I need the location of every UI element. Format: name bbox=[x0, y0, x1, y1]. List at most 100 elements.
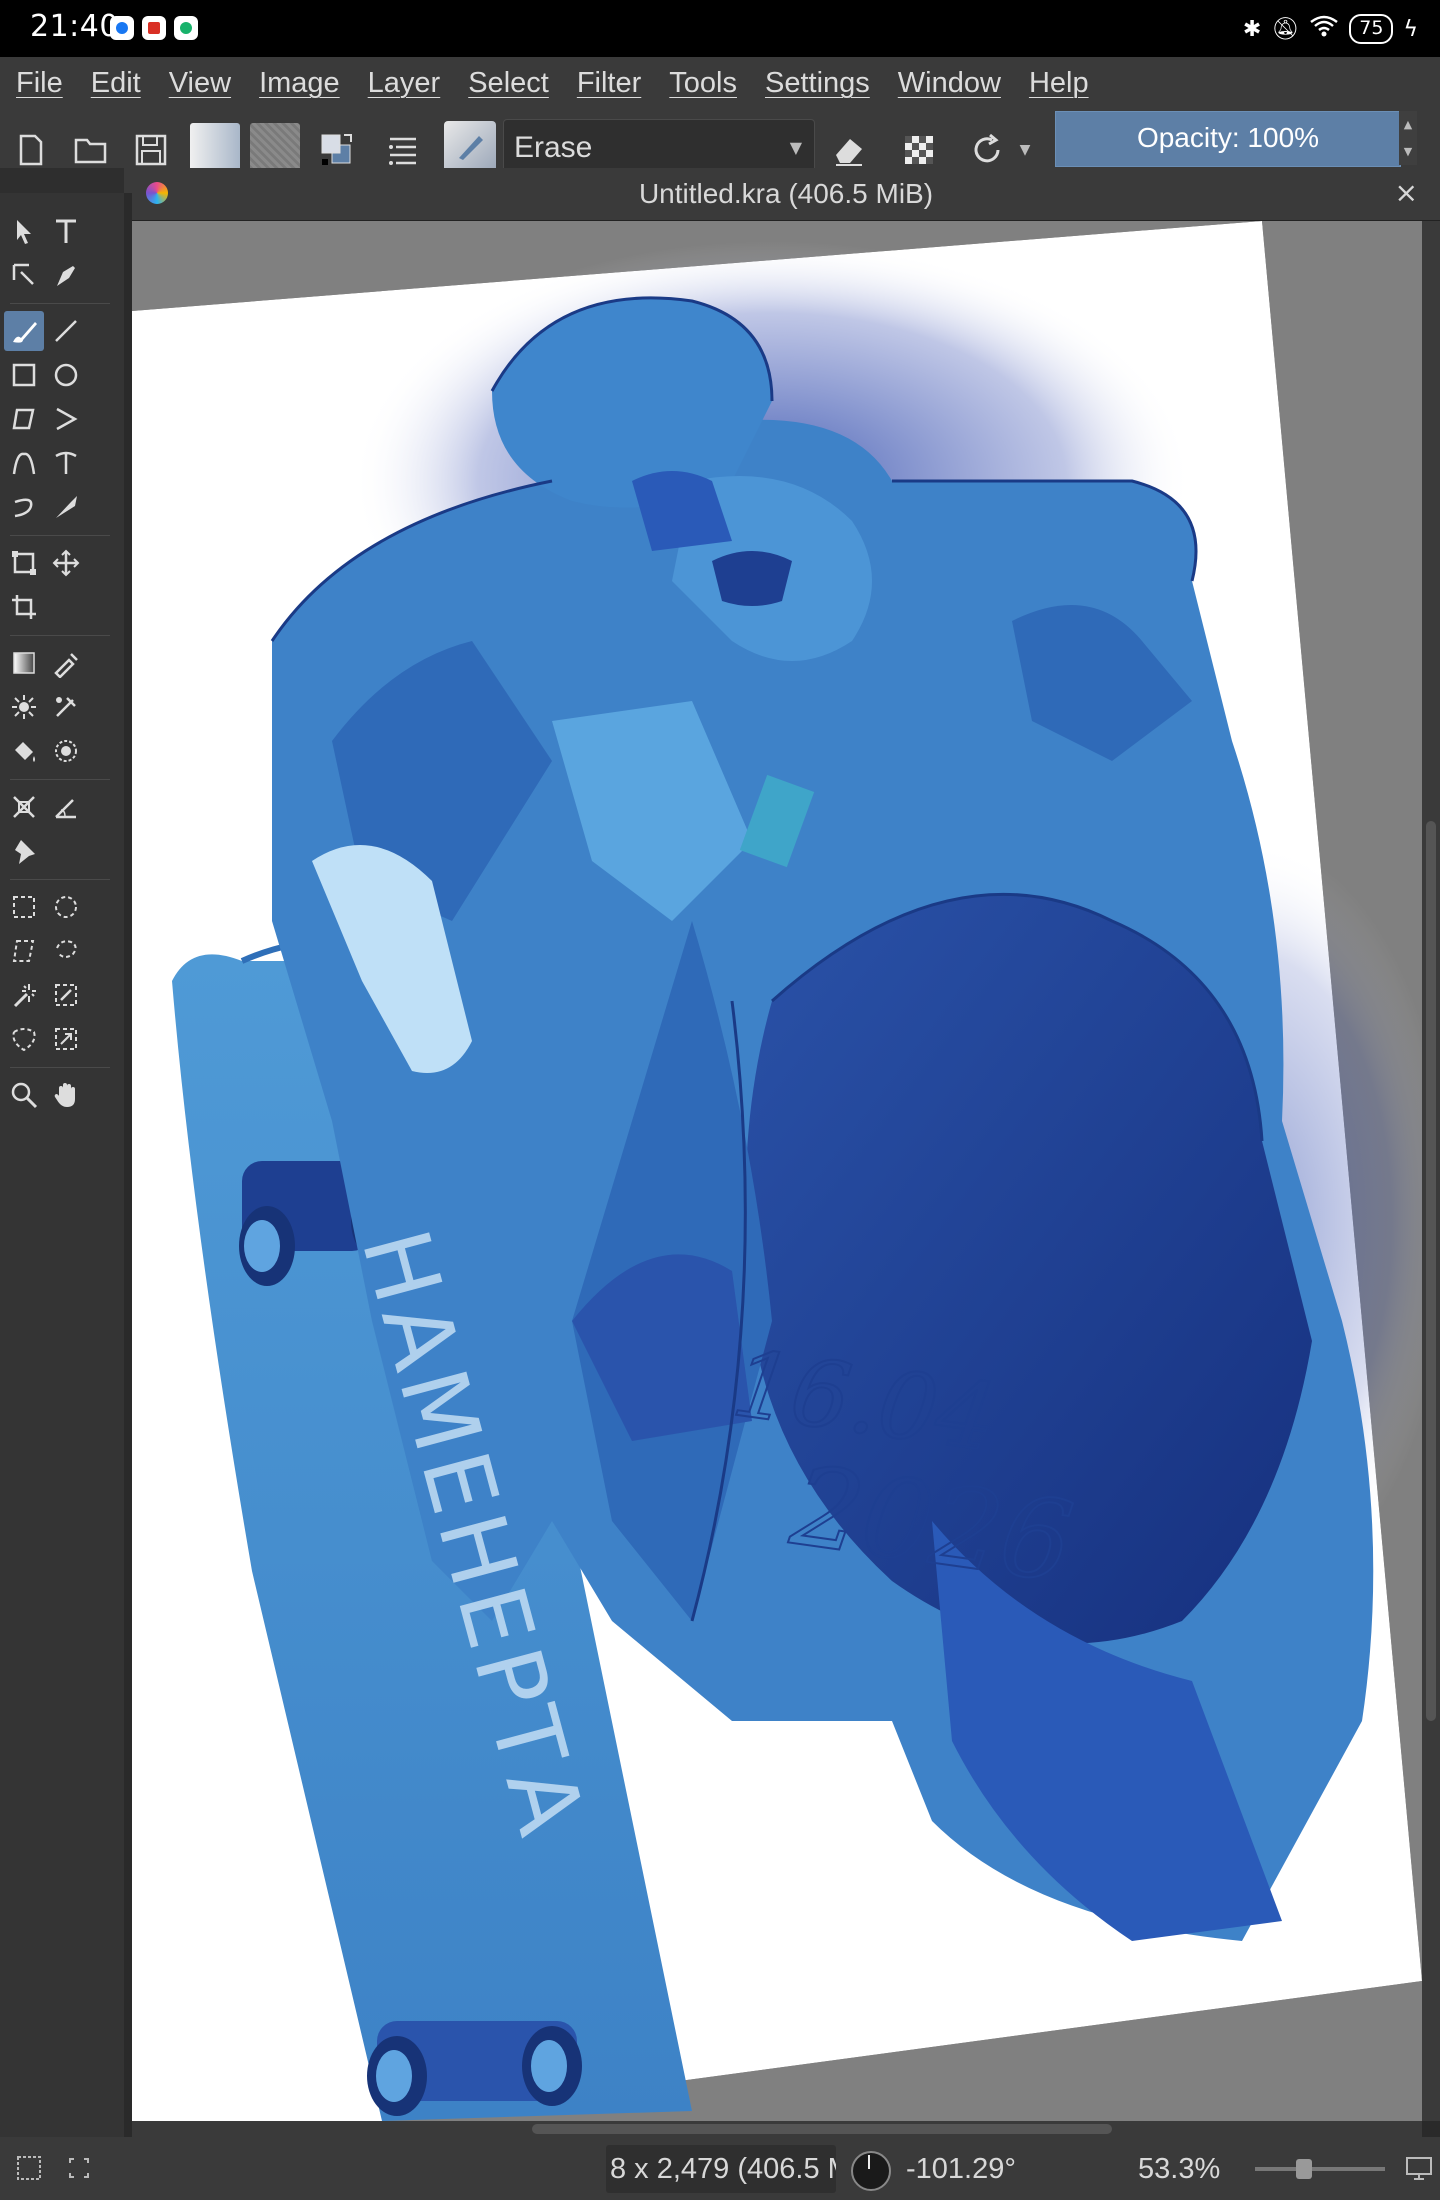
select-shapes-tool[interactable] bbox=[4, 211, 44, 251]
canvas-viewport[interactable]: НАМЕНЕРТА 16.04 2026 bbox=[132, 221, 1422, 2121]
bezier-select-icon bbox=[12, 1028, 36, 1052]
polygon-select-icon bbox=[12, 940, 35, 962]
assistant-tool[interactable] bbox=[4, 787, 44, 827]
eraser-icon bbox=[836, 139, 862, 166]
calligraphy-tool[interactable] bbox=[46, 255, 86, 295]
battery-indicator: 75 bbox=[1349, 14, 1394, 44]
zoom-level[interactable]: 53.3% bbox=[1138, 2153, 1220, 2186]
folder-icon bbox=[74, 138, 107, 164]
polyline-tool[interactable] bbox=[46, 399, 86, 439]
menu-tools[interactable]: Tools bbox=[653, 57, 749, 109]
fit-to-view-icon[interactable] bbox=[64, 2153, 94, 2183]
pen-nib-icon bbox=[57, 266, 75, 286]
menu-file[interactable]: File bbox=[0, 57, 75, 109]
ellipse-tool[interactable] bbox=[46, 355, 86, 395]
horizontal-scroll-thumb[interactable] bbox=[532, 2124, 1112, 2134]
chevron-down-icon: ▼ bbox=[1019, 142, 1031, 158]
bezier-selection-tool[interactable] bbox=[4, 1019, 44, 1059]
menu-settings[interactable]: Settings bbox=[749, 57, 882, 109]
freehand-path-icon bbox=[55, 451, 77, 474]
freehand-brush-tool[interactable] bbox=[4, 311, 44, 351]
gradient-tool[interactable] bbox=[4, 643, 44, 683]
gradient-selector[interactable] bbox=[190, 123, 240, 173]
crop-tool[interactable] bbox=[4, 587, 44, 627]
bezier-curve-tool[interactable] bbox=[4, 443, 44, 483]
document-tab[interactable]: Untitled.kra (406.5 MiB) × bbox=[132, 168, 1440, 221]
magnetic-selection-tool[interactable] bbox=[46, 1019, 86, 1059]
menu-edit[interactable]: Edit bbox=[75, 57, 153, 109]
document-title: Untitled.kra (406.5 MiB) bbox=[638, 178, 934, 209]
image-dimensions-readout[interactable]: 8 x 2,479 (406.5 MiB) bbox=[606, 2145, 836, 2193]
opacity-spinner[interactable]: ▲ ▼ bbox=[1399, 111, 1417, 165]
polygon-icon bbox=[12, 408, 35, 430]
colorize-mask-tool[interactable] bbox=[46, 687, 86, 727]
blend-mode-value: Erase bbox=[514, 131, 593, 164]
polygon-tool[interactable] bbox=[4, 399, 44, 439]
edit-shapes-tool[interactable] bbox=[4, 255, 44, 295]
measure-tool[interactable] bbox=[46, 787, 86, 827]
opacity-slider[interactable]: Opacity: 100% bbox=[1055, 111, 1401, 167]
menu-view[interactable]: View bbox=[153, 57, 243, 109]
menu-filter[interactable]: Filter bbox=[561, 57, 653, 109]
colorize-icon bbox=[56, 697, 76, 717]
vertical-scrollbar[interactable] bbox=[1422, 221, 1440, 2121]
rotation-dial[interactable] bbox=[851, 2151, 891, 2191]
freehand-path-tool[interactable] bbox=[46, 443, 86, 483]
rectangle-tool[interactable] bbox=[4, 355, 44, 395]
contiguous-selection-tool[interactable] bbox=[4, 975, 44, 1015]
enclose-fill-tool[interactable] bbox=[46, 731, 86, 771]
menu-image[interactable]: Image bbox=[243, 57, 352, 109]
brush-preset-button[interactable] bbox=[444, 121, 496, 173]
smart-patch-tool[interactable] bbox=[4, 687, 44, 727]
similar-color-selection-tool[interactable] bbox=[46, 975, 86, 1015]
freehand-selection-tool[interactable] bbox=[46, 931, 86, 971]
transform-tool[interactable] bbox=[4, 543, 44, 583]
multibrush-tool[interactable] bbox=[46, 487, 86, 527]
color-swatch-icon bbox=[321, 134, 352, 165]
menu-select[interactable]: Select bbox=[452, 57, 561, 109]
gradient-icon bbox=[13, 652, 35, 674]
canvas-only-mode-icon[interactable] bbox=[1404, 2153, 1434, 2183]
messenger-notification-icon bbox=[110, 16, 134, 40]
rotation-angle[interactable]: -101.29° bbox=[906, 2153, 1016, 2186]
pattern-selector[interactable] bbox=[250, 123, 300, 173]
brush-icon bbox=[459, 136, 483, 160]
zoom-tool[interactable] bbox=[4, 1075, 44, 1115]
gmail-notification-icon bbox=[142, 16, 166, 40]
ellipse-select-icon bbox=[55, 896, 77, 918]
zoom-slider-handle[interactable] bbox=[1296, 2159, 1312, 2179]
polygonal-selection-tool[interactable] bbox=[4, 931, 44, 971]
enclose-fill-icon bbox=[55, 740, 77, 762]
move-tool[interactable] bbox=[46, 543, 86, 583]
color-picker-tool[interactable] bbox=[46, 643, 86, 683]
line-tool[interactable] bbox=[46, 311, 86, 351]
ellipse-icon bbox=[54, 363, 78, 387]
app-notification-icon bbox=[174, 16, 198, 40]
artwork-canvas[interactable]: НАМЕНЕРТА 16.04 2026 bbox=[132, 221, 1422, 2121]
toolbox-divider bbox=[10, 1067, 110, 1068]
text-tool[interactable] bbox=[46, 211, 86, 251]
dynamic-brush-tool[interactable] bbox=[4, 487, 44, 527]
vertical-scroll-thumb[interactable] bbox=[1426, 821, 1436, 1721]
elliptical-selection-tool[interactable] bbox=[46, 887, 86, 927]
selection-status-icon[interactable] bbox=[14, 2153, 44, 2183]
system-status-bar: 21:40 ✱ 🔕︎ 75 ϟ bbox=[0, 0, 1440, 57]
close-document-button[interactable]: × bbox=[1395, 176, 1418, 209]
zoom-slider[interactable] bbox=[1255, 2167, 1385, 2171]
system-icons: ✱ 🔕︎ 75 ϟ bbox=[1243, 13, 1418, 45]
zoom-icon bbox=[11, 1082, 38, 1109]
horizontal-scrollbar[interactable] bbox=[132, 2121, 1422, 2137]
menu-window[interactable]: Window bbox=[882, 57, 1013, 109]
pan-tool[interactable] bbox=[46, 1075, 86, 1115]
new-document-icon bbox=[19, 134, 43, 166]
magic-wand-icon bbox=[13, 984, 36, 1008]
mute-icon: 🔕︎ bbox=[1271, 16, 1300, 42]
rectangular-selection-tool[interactable] bbox=[4, 887, 44, 927]
menu-layer[interactable]: Layer bbox=[352, 57, 453, 109]
charging-icon: ϟ bbox=[1403, 16, 1418, 42]
fill-tool[interactable] bbox=[4, 731, 44, 771]
menu-help[interactable]: Help bbox=[1013, 57, 1101, 109]
reference-images-tool[interactable] bbox=[4, 831, 44, 871]
reload-icon bbox=[974, 133, 1000, 163]
line-icon bbox=[55, 320, 77, 342]
